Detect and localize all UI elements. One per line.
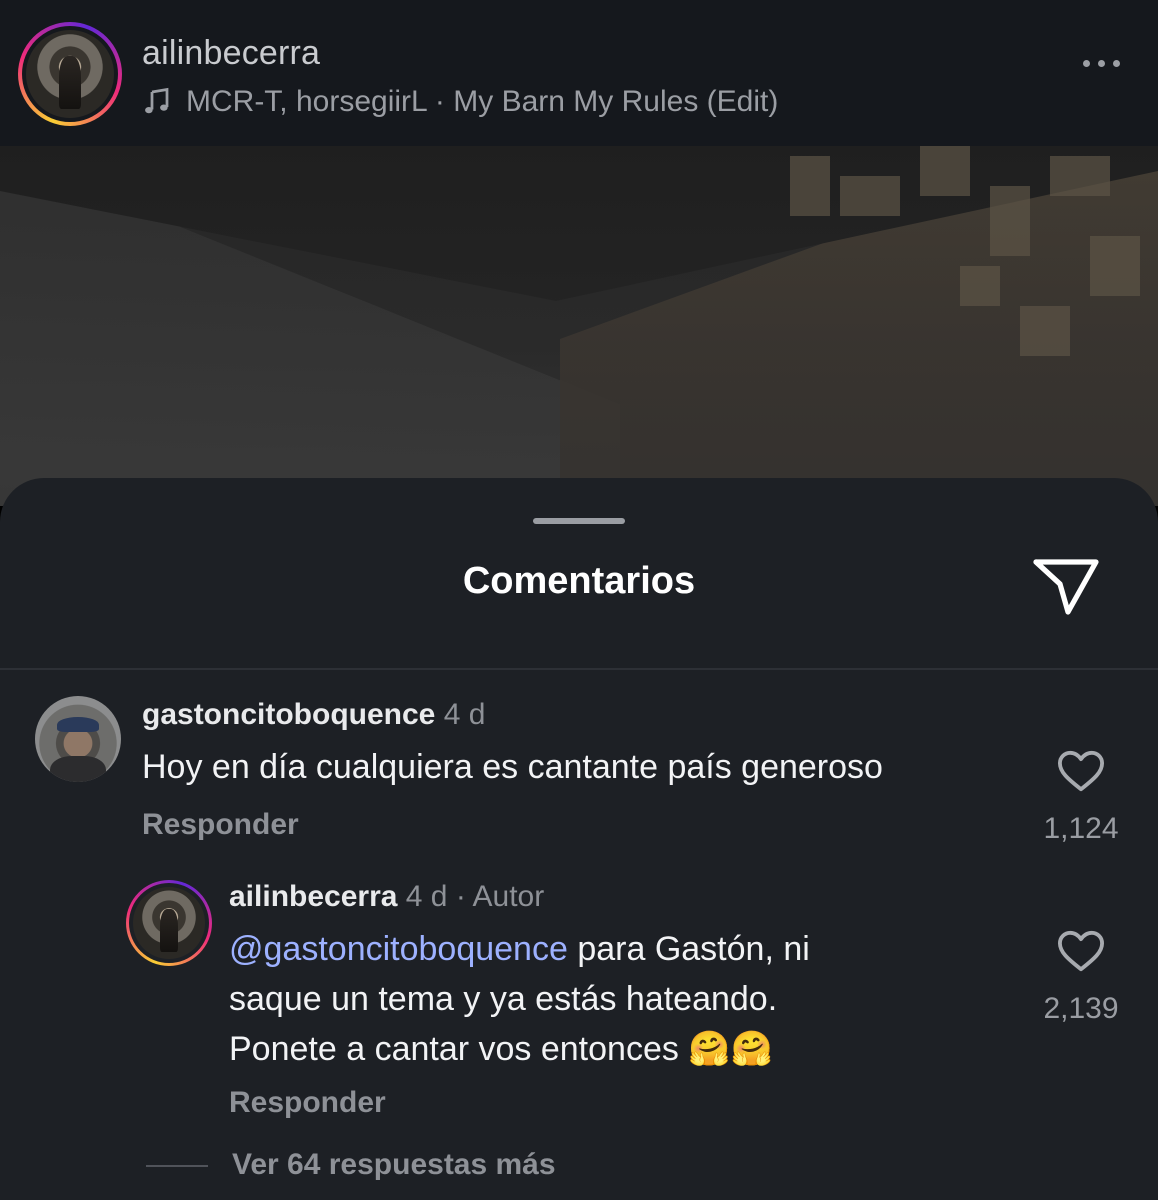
music-note-icon <box>145 87 169 114</box>
wall-block <box>790 156 830 216</box>
commenter-photo <box>35 696 121 782</box>
view-more-replies-button[interactable]: Ver 64 respuestas más <box>232 1148 556 1182</box>
reply-line-1: @gastoncitoboquence para Gastón, ni <box>229 924 989 974</box>
wall-block <box>920 146 970 196</box>
drag-handle[interactable] <box>533 518 625 524</box>
more-options-button[interactable] <box>1083 60 1120 67</box>
wall-block <box>960 266 1000 306</box>
video-background[interactable] <box>0 146 1158 506</box>
reply-button[interactable]: Responder <box>229 1086 386 1120</box>
wall-block <box>840 176 900 216</box>
reply-time: 4 d <box>405 880 448 913</box>
more-dot <box>1113 60 1120 67</box>
reply-username[interactable]: ailinbecerra <box>229 880 397 913</box>
commenter-avatar[interactable] <box>35 696 121 782</box>
music-row[interactable]: MCR-T, horsegiirL · My Barn My Rules (Ed… <box>142 82 778 122</box>
header-avatar-inner <box>22 26 118 122</box>
reply-avatar[interactable] <box>126 880 212 966</box>
author-badge: · Autor <box>455 880 545 913</box>
mention-link[interactable]: @gastoncitoboquence <box>229 930 568 968</box>
reel-header: ailinbecerra MCR-T, horsegiirL · My Barn… <box>0 0 1158 146</box>
paper-plane-icon[interactable] <box>1030 554 1102 618</box>
view-more-line <box>146 1165 208 1167</box>
more-horizontal-icon <box>1083 60 1090 67</box>
wall-block <box>990 186 1030 256</box>
sheet-divider <box>0 668 1158 670</box>
reply-line-2: saque un tema y ya estás hateando. <box>229 980 778 1018</box>
wall-block <box>1020 306 1070 356</box>
like-count: 1,124 <box>1043 812 1119 845</box>
heart-icon[interactable] <box>1056 928 1106 974</box>
header-username[interactable]: ailinbecerra <box>142 34 320 73</box>
like-count: 2,139 <box>1043 992 1119 1025</box>
comment-username[interactable]: gastoncitoboquence <box>142 698 435 731</box>
avatar-photo <box>26 30 114 118</box>
header-avatar[interactable] <box>18 22 122 126</box>
reply-avatar-inner <box>129 883 209 963</box>
reply-line-3: Ponete a cantar vos entonces 🤗🤗 <box>229 1030 773 1068</box>
comment-time: 4 d <box>443 698 486 731</box>
sheet-title: Comentarios <box>462 560 696 602</box>
reply-text: @gastoncitoboquence para Gastón, ni saqu… <box>229 924 989 1074</box>
reply-header: ailinbecerra 4 d · Autor <box>229 880 544 914</box>
reply-line-1-text: para Gastón, ni <box>567 930 810 968</box>
music-track: MCR-T, horsegiirL · My Barn My Rules (Ed… <box>186 85 779 118</box>
comments-sheet: Comentarios gastoncitoboquence 4 d Hoy e… <box>0 478 1158 1200</box>
comment-text: Hoy en día cualquiera es cantante país g… <box>142 748 883 786</box>
more-dot <box>1098 60 1105 67</box>
comment-header: gastoncitoboquence 4 d <box>142 698 485 732</box>
reply-button[interactable]: Responder <box>142 808 299 842</box>
heart-icon[interactable] <box>1056 748 1106 794</box>
wall-block <box>1050 156 1110 196</box>
wall-block <box>1090 236 1140 296</box>
reply-avatar-photo <box>133 887 205 959</box>
